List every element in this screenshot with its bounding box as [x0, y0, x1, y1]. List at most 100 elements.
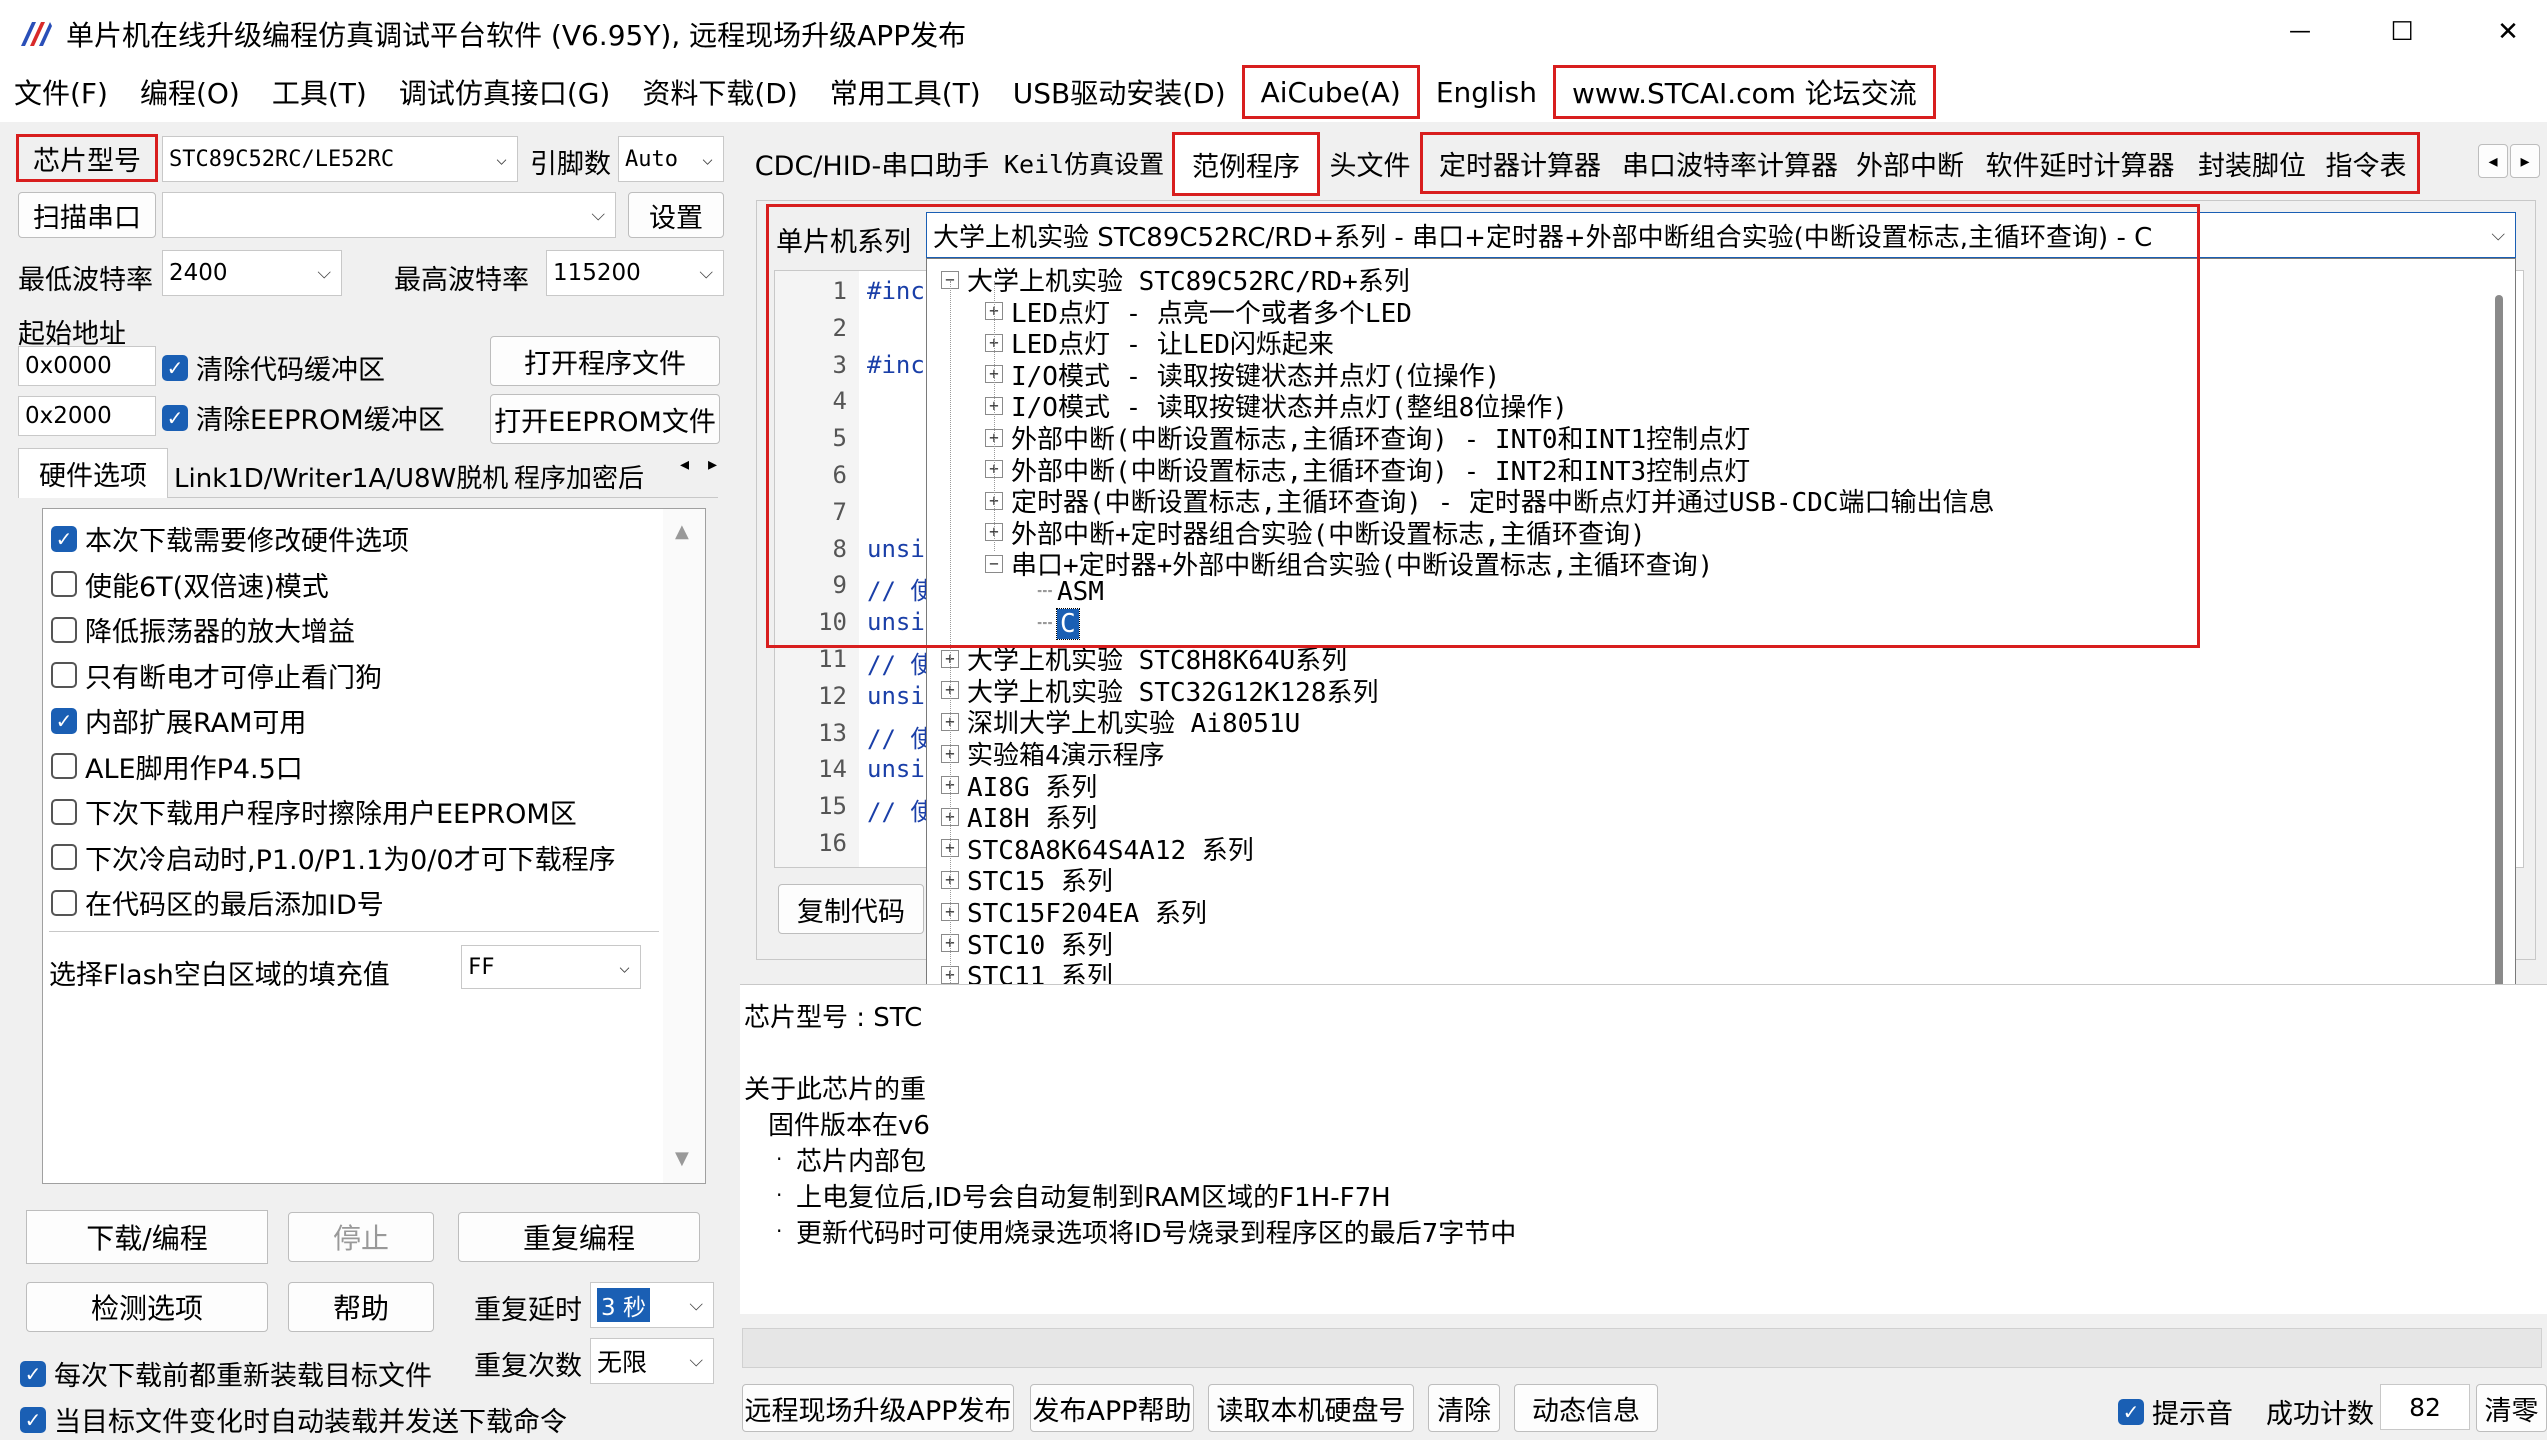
- scroll-down-icon[interactable]: ▼: [675, 1148, 689, 1169]
- tab-scroll-right-icon[interactable]: ▸: [2510, 144, 2540, 178]
- scan-port-button[interactable]: 扫描串口: [18, 192, 156, 238]
- menu-usb-driver[interactable]: USB驱动安装(D): [997, 62, 1242, 122]
- info-line: 上电复位后,ID号会自动复制到RAM区域的F1H-F7H: [796, 1183, 1391, 1213]
- start-address-input[interactable]: 0x0000: [18, 346, 156, 386]
- hardware-option-checkbox[interactable]: ALE脚用作P4.5口: [51, 747, 303, 786]
- max-baud-label: 最高波特率: [394, 265, 529, 296]
- scroll-up-icon[interactable]: ▲: [675, 521, 689, 542]
- reload-checkbox[interactable]: ✓ 每次下载前都重新装载目标文件: [20, 1354, 432, 1393]
- chip-type-select[interactable]: STC89C52RC/LE52RC ⌵: [162, 136, 518, 182]
- check-icon: ✓: [20, 1360, 46, 1387]
- read-disk-id-button[interactable]: 读取本机硬盘号: [1208, 1384, 1414, 1432]
- stop-button[interactable]: 停止: [288, 1212, 434, 1262]
- menu-download[interactable]: 资料下载(D): [626, 62, 813, 122]
- autoload-checkbox[interactable]: ✓ 当目标文件变化时自动装载并发送下载命令: [20, 1400, 567, 1439]
- tab-scroll-right-icon[interactable]: ▸: [708, 454, 728, 475]
- menu-program[interactable]: 编程(O): [124, 62, 256, 122]
- progress-bar: [742, 1328, 2542, 1368]
- hardware-options-panel: ✓ 本次下载需要修改硬件选项 使能6T(双倍速)模式降低振荡器的放大增益只有断电才可…: [42, 508, 706, 1184]
- minimize-button[interactable]: —: [2270, 10, 2330, 54]
- hardware-option-label: 本次下载需要修改硬件选项: [85, 526, 409, 557]
- menu-debug[interactable]: 调试仿真接口(G): [383, 62, 627, 122]
- maximize-button[interactable]: ☐: [2372, 10, 2432, 54]
- menu-tools[interactable]: 工具(T): [256, 62, 383, 122]
- publish-help-button[interactable]: 发布APP帮助: [1030, 1384, 1194, 1432]
- check-options-button[interactable]: 检测选项: [26, 1282, 268, 1332]
- tab-keil-settings[interactable]: Keil仿真设置: [994, 132, 1174, 194]
- bullet-icon: ·: [776, 1183, 783, 1207]
- port-select[interactable]: ⌵: [162, 192, 616, 238]
- right-tab-strip: CDC/HID-串口助手 Keil仿真设置 范例程序 头文件 定时器计算器 串口…: [742, 132, 2542, 196]
- autoload-label: 当目标文件变化时自动装载并发送下载命令: [54, 1407, 567, 1438]
- fill-value: FF: [468, 954, 495, 980]
- tab-header-files[interactable]: 头文件: [1320, 132, 1420, 194]
- reset-count-button[interactable]: 清零: [2476, 1384, 2547, 1432]
- hardware-option-label: 下次下载用户程序时擦除用户EEPROM区: [85, 799, 577, 830]
- tab-timer-calculator[interactable]: 定时器计算器: [1432, 132, 1608, 194]
- prompt-sound-checkbox[interactable]: ✓ 提示音: [2118, 1392, 2233, 1431]
- hardware-option-label: 使能6T(双倍速)模式: [85, 571, 329, 603]
- open-eeprom-button[interactable]: 打开EEPROM文件: [490, 394, 720, 444]
- menu-forum[interactable]: www.STCAI.com 论坛交流: [1552, 65, 1936, 119]
- copy-code-button[interactable]: 复制代码: [778, 884, 924, 934]
- menu-aicube[interactable]: AiCube(A): [1241, 65, 1420, 119]
- tree-scrollbar[interactable]: [2495, 295, 2503, 1035]
- hardware-option-checkbox[interactable]: 使能6T(双倍速)模式: [51, 565, 329, 604]
- line-number: 15: [818, 792, 847, 821]
- check-icon: ✓: [51, 525, 77, 552]
- dynamic-info-button[interactable]: 动态信息: [1514, 1384, 1658, 1432]
- hardware-option-checkbox[interactable]: ✓ 内部扩展RAM可用: [51, 701, 306, 740]
- options-scrollbar[interactable]: ▲ ▼: [663, 509, 705, 1183]
- menu-english[interactable]: English: [1420, 62, 1553, 122]
- hardware-option-checkbox[interactable]: 只有断电才可停止看门狗: [51, 656, 382, 695]
- fill-value-label: 选择Flash空白区域的填充值: [49, 960, 390, 991]
- tab-scroll-left-icon[interactable]: ◂: [680, 454, 700, 475]
- repeat-count-select[interactable]: 无限 ⌵: [590, 1338, 714, 1384]
- hardware-option-checkbox[interactable]: 下次冷启动时,P1.0/P1.1为0/0才可下载程序: [51, 838, 616, 877]
- clear-log-button[interactable]: 清除: [1428, 1384, 1500, 1432]
- bullet-icon: ·: [776, 1219, 783, 1243]
- clear-eeprom-label: 清除EEPROM缓冲区: [196, 405, 445, 436]
- download-program-button[interactable]: 下载/编程: [26, 1210, 268, 1264]
- eeprom-address-input[interactable]: 0x2000: [18, 396, 156, 436]
- close-button[interactable]: ✕: [2478, 10, 2538, 54]
- help-button[interactable]: 帮助: [288, 1282, 434, 1332]
- tab-serial-assistant[interactable]: CDC/HID-串口助手: [752, 132, 992, 194]
- tab-scroll-left-icon[interactable]: ◂: [2478, 144, 2508, 178]
- settings-button[interactable]: 设置: [628, 192, 724, 238]
- tab-encryption[interactable]: 程序加密后: [514, 458, 670, 495]
- fill-value-select[interactable]: FF ⌵: [461, 945, 641, 989]
- checkbox-empty-icon: [51, 889, 77, 916]
- pins-label: 引脚数: [530, 149, 611, 180]
- tab-examples[interactable]: 范例程序: [1172, 132, 1320, 196]
- tab-package-pins[interactable]: 封装脚位: [2190, 132, 2314, 194]
- tab-baud-calculator[interactable]: 串口波特率计算器: [1612, 132, 1848, 194]
- reload-label: 每次下载前都重新装载目标文件: [54, 1361, 432, 1392]
- tab-external-interrupt[interactable]: 外部中断: [1850, 132, 1970, 194]
- chip-type-label: 芯片型号: [16, 134, 158, 182]
- info-line: 固件版本在v6: [768, 1111, 930, 1141]
- hardware-option-checkbox[interactable]: 降低振荡器的放大增益: [51, 610, 355, 649]
- hardware-option-checkbox[interactable]: ✓ 本次下载需要修改硬件选项: [51, 519, 409, 558]
- repeat-delay-select[interactable]: 3 秒 ⌵: [590, 1282, 714, 1328]
- info-line: 关于此芯片的重: [744, 1075, 927, 1105]
- tab-hardware-options[interactable]: 硬件选项: [18, 448, 168, 498]
- pins-select[interactable]: Auto ⌵: [618, 136, 724, 182]
- min-baud-select[interactable]: 2400 ⌵: [162, 250, 342, 296]
- checkbox-empty-icon: [51, 753, 77, 779]
- tab-offline[interactable]: Link1D/Writer1A/U8W脱机: [174, 458, 508, 495]
- hardware-option-checkbox[interactable]: 下次下载用户程序时擦除用户EEPROM区: [51, 792, 577, 831]
- max-baud-select[interactable]: 115200 ⌵: [546, 250, 724, 296]
- remote-upgrade-button[interactable]: 远程现场升级APP发布: [742, 1384, 1014, 1432]
- clear-code-checkbox[interactable]: ✓ 清除代码缓冲区: [162, 348, 385, 387]
- tab-delay-calculator[interactable]: 软件延时计算器: [1974, 132, 2186, 194]
- hardware-option-checkbox[interactable]: 在代码区的最后添加ID号: [51, 883, 384, 922]
- reprogram-button[interactable]: 重复编程: [458, 1212, 700, 1262]
- clear-eeprom-checkbox[interactable]: ✓ 清除EEPROM缓冲区: [162, 398, 445, 437]
- tab-instruction-table[interactable]: 指令表: [2318, 132, 2414, 194]
- open-program-button[interactable]: 打开程序文件: [490, 336, 720, 386]
- hardware-option-label: 只有断电才可停止看门狗: [85, 662, 382, 694]
- menu-common-tools[interactable]: 常用工具(T): [814, 62, 997, 122]
- chevron-down-icon: ⌵: [699, 262, 713, 284]
- menu-file[interactable]: 文件(F): [0, 62, 124, 122]
